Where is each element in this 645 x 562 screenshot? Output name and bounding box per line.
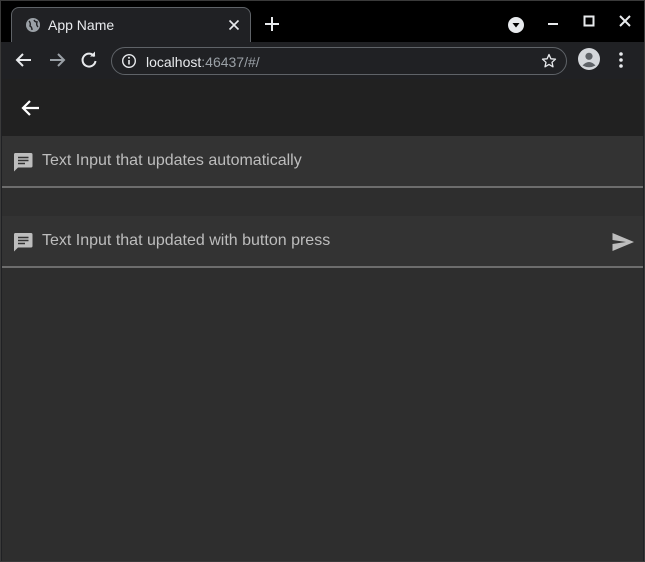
url-text[interactable]: localhost:46437/#/ xyxy=(146,54,260,70)
auto-update-text-field xyxy=(2,136,643,188)
auto-update-input[interactable] xyxy=(42,149,593,173)
kebab-menu-icon[interactable] xyxy=(613,50,629,70)
button-press-input[interactable] xyxy=(42,229,593,253)
tab-title: App Name xyxy=(48,17,115,33)
arrow-left-icon[interactable] xyxy=(14,50,34,70)
plus-icon[interactable] xyxy=(263,15,281,33)
maximize-icon[interactable] xyxy=(580,12,598,30)
arrow-right-icon[interactable] xyxy=(47,50,67,70)
close-icon[interactable] xyxy=(616,12,634,30)
reload-icon[interactable] xyxy=(79,50,99,70)
browser-tab[interactable]: App Name xyxy=(11,7,251,42)
tab-strip: App Name xyxy=(1,1,644,42)
url-host: localhost xyxy=(146,54,202,70)
star-icon[interactable] xyxy=(541,53,557,69)
browser-window: App Name localhost:46437/#/ Text Input t… xyxy=(0,0,645,562)
browser-toolbar: localhost:46437/#/ xyxy=(1,42,644,79)
message-icon xyxy=(13,233,33,252)
close-icon[interactable] xyxy=(226,17,242,33)
button-press-text-field xyxy=(2,216,643,268)
app-page xyxy=(2,79,643,561)
tab-search-icon[interactable] xyxy=(507,16,525,34)
url-path: :46437/#/ xyxy=(201,54,260,70)
minimize-icon[interactable] xyxy=(544,13,562,31)
message-icon xyxy=(13,153,33,172)
info-icon[interactable] xyxy=(121,53,137,69)
send-icon[interactable] xyxy=(611,231,635,253)
arrow-left-icon[interactable] xyxy=(20,97,42,119)
app-bar xyxy=(2,79,643,136)
globe-icon xyxy=(26,18,40,32)
profile-icon[interactable] xyxy=(578,48,600,70)
address-bar[interactable]: localhost:46437/#/ xyxy=(111,47,567,75)
